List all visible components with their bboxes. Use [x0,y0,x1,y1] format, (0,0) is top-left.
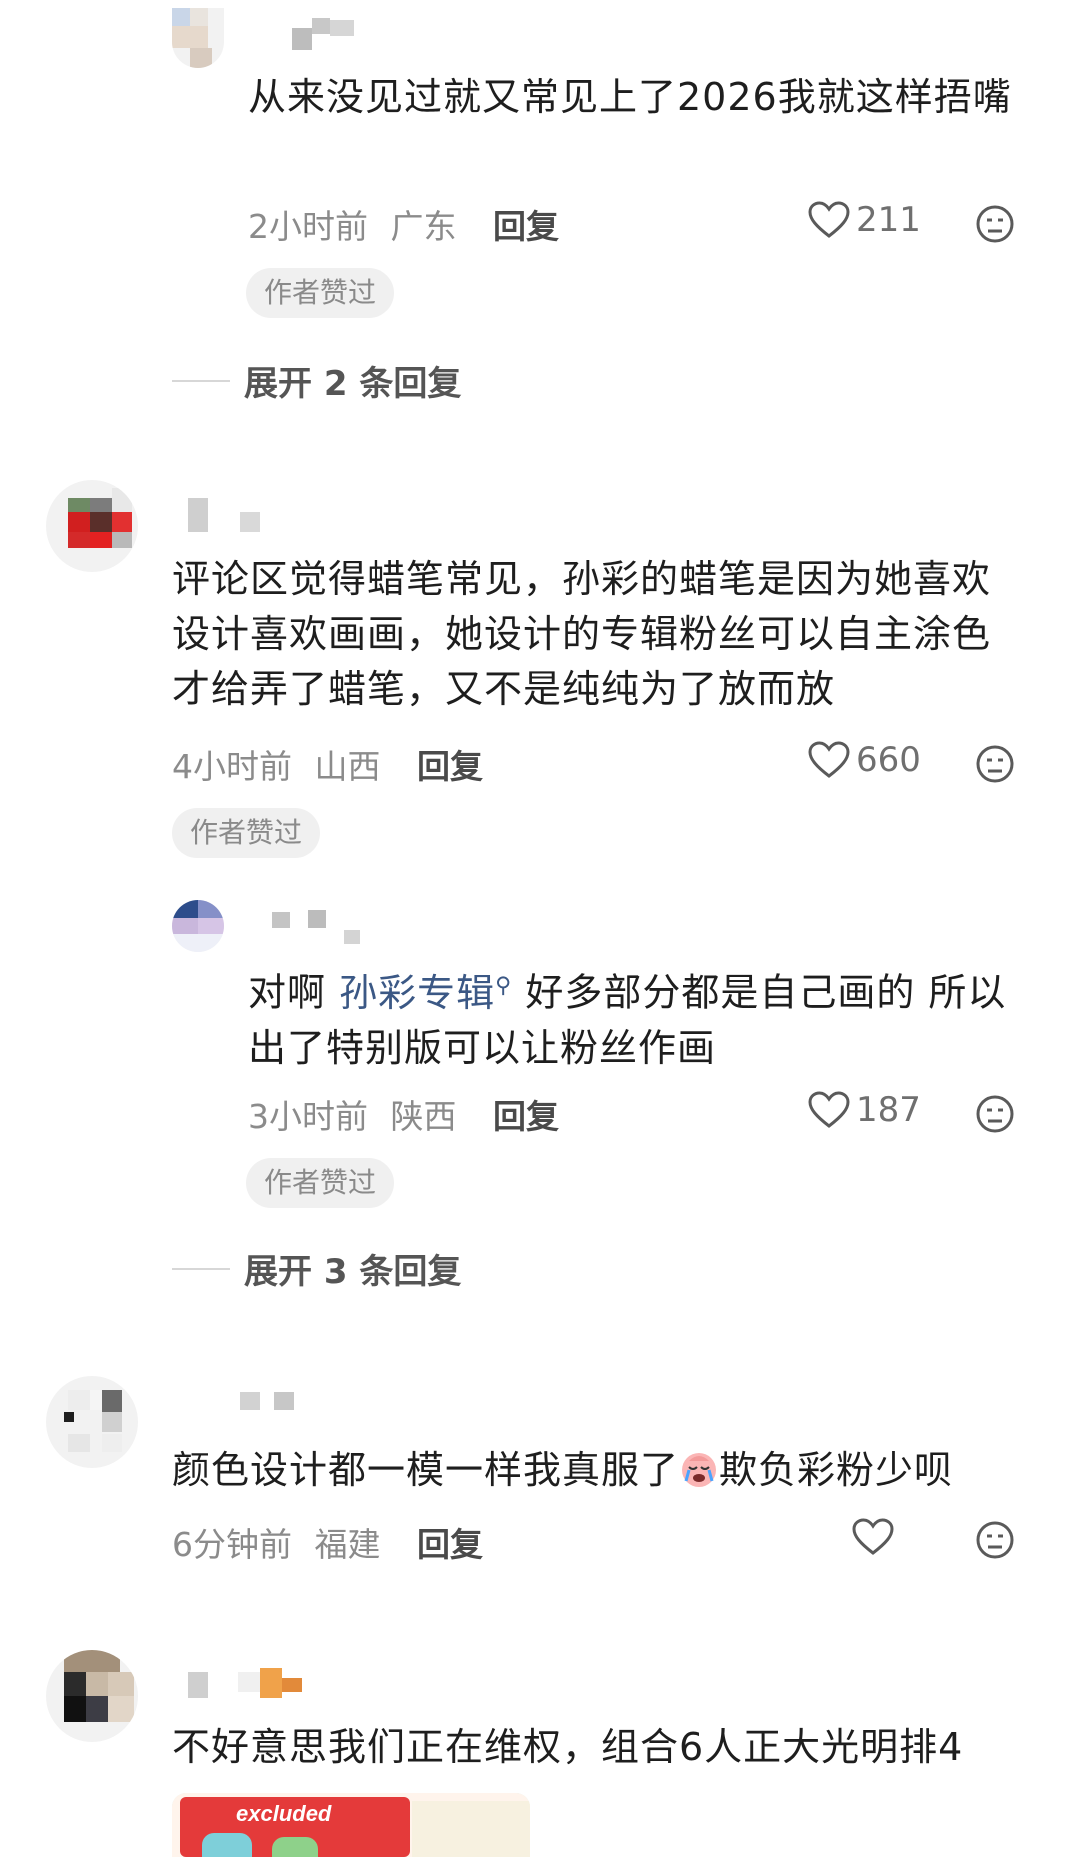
comment-time: 2小时前 [248,207,368,246]
avatar[interactable] [46,480,138,572]
crying-face-emoji [679,1449,719,1489]
author-liked-badge: 作者赞过 [172,808,321,858]
avatar[interactable] [46,1376,138,1468]
comment-image-thumbnail[interactable]: excluded [172,1793,530,1857]
comment-text: 评论区觉得蜡笔常见，孙彩的蜡笔是因为她喜欢设计喜欢画画，她设计的专辑粉丝可以自主… [172,557,992,711]
comment-text: 不好意思我们正在维权，组合6人正大光明排4 [172,1725,964,1769]
like-button[interactable]: 187 [808,1090,921,1130]
avatar[interactable] [172,900,224,952]
username-blurred[interactable] [188,498,268,532]
like-count: 211 [856,200,921,240]
expand-replies-label: 展开 2 条回复 [244,364,462,404]
username-blurred[interactable] [272,910,362,944]
dislike-face-icon[interactable] [975,204,1015,244]
divider-line [172,379,230,382]
comment-text-after: 欺负彩粉少呗 [719,1448,954,1492]
reply-button[interactable]: 回复 [493,207,559,246]
avatar[interactable] [46,1650,138,1742]
image-caption: excluded [236,1801,332,1826]
mention-label: 孙彩专辑 [339,970,496,1015]
heart-outline-icon [808,1091,850,1129]
heart-outline-icon [852,1518,894,1556]
avatar[interactable] [172,8,224,68]
divider-line [172,1267,230,1270]
comment-location: 福建 [314,1525,381,1564]
comment-location: 陕西 [390,1097,457,1136]
username-blurred[interactable] [292,18,364,50]
dislike-face-icon[interactable] [975,744,1015,784]
like-count: 660 [856,740,921,780]
comment-text: 颜色设计都一模一样我真服了 欺负彩粉少呗 [172,1443,1032,1498]
comment-time: 6分钟前 [172,1525,292,1564]
expand-replies-button[interactable]: 展开 2 条回复 [172,356,461,405]
dislike-face-icon[interactable] [975,1094,1015,1134]
reply-button[interactable]: 回复 [417,1525,483,1564]
username-blurred[interactable] [188,1668,318,1698]
comment-time: 3小时前 [248,1097,368,1136]
expand-replies-button[interactable]: 展开 3 条回复 [172,1244,461,1293]
dislike-face-icon[interactable] [975,1520,1015,1560]
like-button[interactable]: 660 [808,740,921,780]
mention-link[interactable]: 孙彩专辑⚲ [339,971,512,1015]
reply-text: 对啊 孙彩专辑⚲ 好多部分都是自己画的 所以出了特别版可以让粉丝作画 [248,958,1038,1076]
comment-meta: 3小时前 陕西 回复 [248,1090,559,1138]
heart-outline-icon [808,201,850,239]
like-button[interactable]: 211 [808,200,921,240]
reply-button[interactable]: 回复 [493,1097,559,1136]
comment-time: 4小时前 [172,747,292,786]
expand-replies-label: 展开 3 条回复 [244,1252,462,1292]
comment-location: 山西 [314,747,381,786]
reply-button[interactable]: 回复 [417,747,483,786]
comment-location: 广东 [390,207,457,246]
like-count: 187 [856,1090,921,1130]
comment-meta: 6分钟前 福建 回复 [172,1518,483,1566]
like-button[interactable] [852,1518,900,1556]
author-liked-badge: 作者赞过 [246,1158,395,1208]
search-magnifier-icon: ⚲ [495,973,513,998]
comment-meta: 4小时前 山西 回复 [172,740,483,788]
author-liked-badge: 作者赞过 [246,268,395,318]
username-blurred[interactable] [240,1392,300,1420]
heart-outline-icon [808,741,850,779]
comment-text-before: 颜色设计都一模一样我真服了 [172,1448,680,1492]
reply-text-before: 对啊 [248,970,340,1015]
comment-meta: 2小时前 广东 回复 [248,200,559,248]
comment-text: 从来没见过就又常见上了2026我就这样捂嘴 [248,75,1012,119]
